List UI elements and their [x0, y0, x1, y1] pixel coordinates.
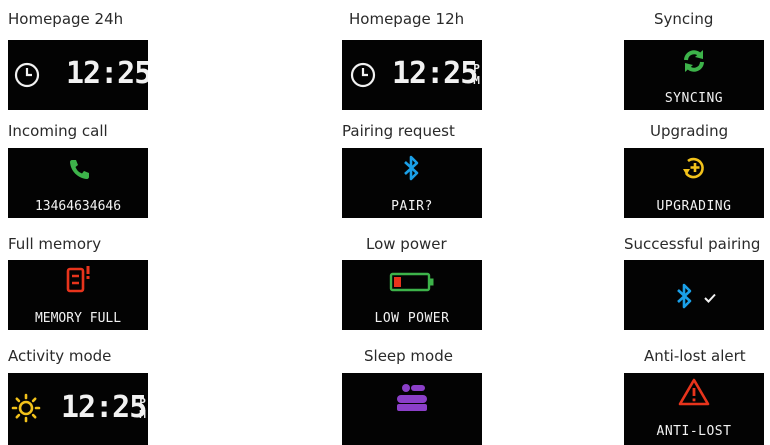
phone-icon: [70, 160, 89, 179]
screen-low-power: LOW POWER: [342, 260, 482, 330]
caption-pairing-request: Pairing request: [342, 122, 455, 140]
screen-successful-pairing: [624, 260, 764, 330]
clock-icon: [14, 62, 40, 88]
battery-low-icon: [389, 272, 434, 292]
warning-icon: [678, 378, 710, 406]
status-text: MEMORY FULL: [34, 311, 122, 326]
am-pm-indicator-bottom: M: [473, 74, 480, 87]
caption-upgrading: Upgrading: [650, 122, 729, 140]
am-pm-indicator-bottom: M: [139, 408, 146, 421]
status-text: UPGRADING: [656, 199, 732, 214]
caption-activity-mode: Activity mode: [8, 347, 112, 365]
status-text: ANTI-LOST: [656, 424, 732, 439]
screen-anti-lost-alert: ANTI-LOST: [624, 373, 764, 445]
am-pm-indicator-top: P: [139, 396, 146, 409]
memory-full-icon: [66, 266, 90, 293]
am-pm-indicator-top: P: [473, 62, 480, 75]
caption-syncing: Syncing: [654, 10, 714, 28]
screen-pairing-request: PAIR?: [342, 148, 482, 218]
check-icon: [704, 293, 716, 303]
screen-activity-mode: 12:25 P M: [8, 373, 148, 445]
screen-sleep-mode: [342, 373, 482, 445]
status-text: PAIR?: [391, 199, 433, 214]
status-text: LOW POWER: [374, 311, 450, 326]
bluetooth-icon: [677, 283, 692, 309]
caption-homepage-12h: Homepage 12h: [349, 10, 465, 28]
sync-icon: [684, 50, 704, 72]
caller-number: 13464634646: [34, 199, 122, 214]
screen-syncing: SYNCING: [624, 40, 764, 110]
caption-full-memory: Full memory: [8, 235, 102, 253]
caption-sleep-mode: Sleep mode: [364, 347, 453, 365]
screen-homepage-24h: 12:25: [8, 40, 148, 110]
sun-icon: [11, 393, 41, 423]
clock-icon: [350, 62, 376, 88]
time-display: 12:25: [392, 56, 478, 91]
caption-anti-lost-alert: Anti-lost alert: [644, 347, 746, 365]
screen-homepage-12h: 12:25 P M: [342, 40, 482, 110]
caption-low-power: Low power: [366, 235, 447, 253]
bed-icon: [397, 384, 427, 411]
caption-incoming-call: Incoming call: [8, 122, 108, 140]
time-display: 12:25: [66, 56, 148, 91]
screen-upgrading: UPGRADING: [624, 148, 764, 218]
status-text: SYNCING: [664, 91, 724, 106]
time-display: 12:25: [61, 390, 147, 425]
screen-incoming-call: 13464634646: [8, 148, 148, 218]
upgrade-icon: [683, 157, 704, 179]
caption-successful-pairing: Successful pairing: [624, 235, 761, 253]
bluetooth-icon: [404, 155, 419, 181]
caption-homepage-24h: Homepage 24h: [8, 10, 124, 28]
screen-full-memory: MEMORY FULL: [8, 260, 148, 330]
